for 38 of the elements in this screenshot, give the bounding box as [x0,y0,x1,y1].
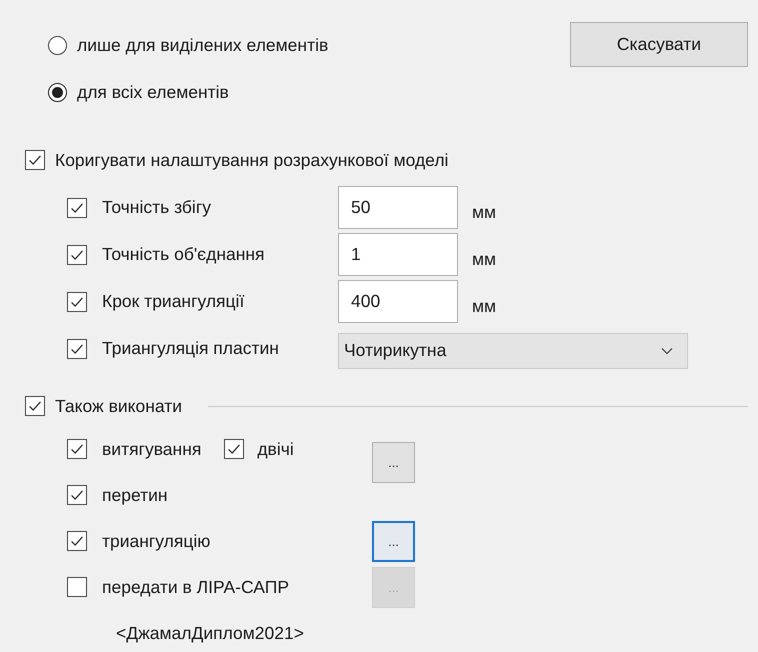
checkbox[interactable] [67,338,87,358]
cancel-button[interactable]: Скасувати [570,22,748,67]
checkbox[interactable] [67,531,87,551]
radio-button[interactable] [48,82,67,102]
checkbox-label[interactable]: триангуляцію [102,530,210,552]
checkbox-label[interactable]: Точність об'єднання [102,244,265,265]
checkbox-label[interactable]: перетин [102,484,168,506]
checkbox[interactable] [67,198,87,218]
checkbox[interactable] [67,439,87,459]
checkbox-label[interactable]: Коригувати налаштування розрахункової моделі [55,150,448,170]
ellipsis-button[interactable]: ... [372,442,415,483]
checkbox-label[interactable]: Крок триангуляції [102,291,244,312]
radio-button[interactable] [48,36,67,54]
radio-label[interactable]: лише для виділених елементів [77,34,328,56]
checkbox[interactable] [224,439,244,459]
checkbox-label[interactable]: двічі [257,438,294,460]
checkbox[interactable] [67,244,87,264]
unit-label: мм [472,249,496,270]
unit-label: мм [472,202,496,223]
input-field[interactable]: 1 [338,233,458,276]
radio-label[interactable]: для всіх елементів [77,82,229,102]
checkbox-label[interactable]: передати в ЛІРА-САПР [102,576,289,598]
checkbox[interactable] [67,577,87,597]
checkbox[interactable] [25,396,45,416]
chevron-down-icon [661,346,673,354]
unit-label: мм [472,296,496,317]
checkbox-label[interactable]: витягування [102,438,202,460]
checkbox[interactable] [67,292,87,312]
input-field[interactable]: 50 [338,186,458,229]
checkbox-label[interactable]: Точність збігу [102,197,211,218]
checkbox[interactable] [25,150,45,170]
checkbox[interactable] [67,485,87,505]
ellipsis-button[interactable]: ... [372,520,415,562]
checkbox-label[interactable]: Також виконати [55,396,182,416]
model-name: <ДжамалДиплом2021> [115,623,305,644]
dropdown[interactable]: Чотирикутна [338,332,688,368]
checkbox-label[interactable]: Триангуляція пластин [102,338,279,359]
input-field[interactable]: 400 [338,280,458,323]
